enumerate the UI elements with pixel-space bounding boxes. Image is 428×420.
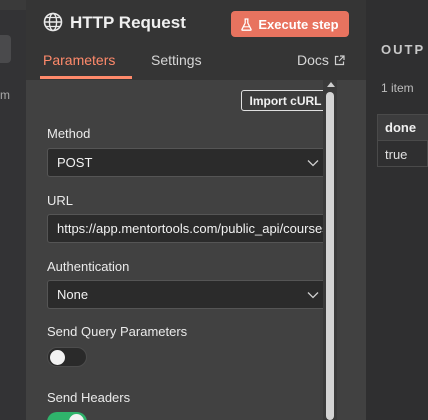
execute-step-label: Execute step [258,16,339,32]
output-table: done true [377,114,428,167]
authentication-value: None [57,287,89,302]
toggle-knob [69,414,84,420]
docs-label: Docs [297,52,329,68]
docs-link[interactable]: Docs [297,52,345,68]
canvas-background-left [0,0,26,420]
input-item-fragment: m [0,88,10,102]
url-value: https://app.mentortools.com/public_api/c… [57,221,329,236]
tab-settings[interactable]: Settings [151,52,202,68]
collapsed-input-tab[interactable] [0,35,11,63]
output-panel [366,0,428,420]
active-tab-indicator [40,76,132,79]
execute-step-button[interactable]: Execute step [231,11,349,37]
parameters-body: Import cURL Method POST URL https://app.… [26,80,366,420]
chevron-down-icon [307,160,319,167]
globe-icon [43,12,63,32]
authentication-label: Authentication [47,259,130,274]
tab-parameters[interactable]: Parameters [43,52,115,68]
send-headers-toggle[interactable] [47,412,87,420]
node-details-panel: HTTP Request Execute step Parameters Set… [26,0,366,420]
url-input[interactable]: https://app.mentortools.com/public_api/c… [47,214,330,243]
method-label: Method [47,126,91,141]
import-curl-button[interactable]: Import cURL [241,90,330,111]
toggle-knob [50,350,65,365]
method-select[interactable]: POST [47,148,330,177]
send-query-toggle[interactable] [47,347,87,367]
send-headers-label: Send Headers [47,390,131,405]
node-title: HTTP Request [70,13,186,32]
external-link-icon [334,54,345,65]
authentication-select[interactable]: None [47,280,330,309]
output-column-header: done [378,115,428,141]
url-label: URL [47,193,74,208]
top-strip [0,0,26,10]
send-query-label: Send Query Parameters [47,324,188,339]
method-value: POST [57,155,93,170]
output-title: OUTP [381,42,426,57]
flask-icon [241,17,253,31]
scrollbar-thumb[interactable] [326,92,334,420]
scroll-up-arrow-icon[interactable] [327,82,335,87]
output-cell: true [385,147,408,162]
output-item-count: 1 item [381,81,414,95]
panel-header: HTTP Request Execute step Parameters Set… [26,0,366,80]
chevron-down-icon [307,292,319,299]
